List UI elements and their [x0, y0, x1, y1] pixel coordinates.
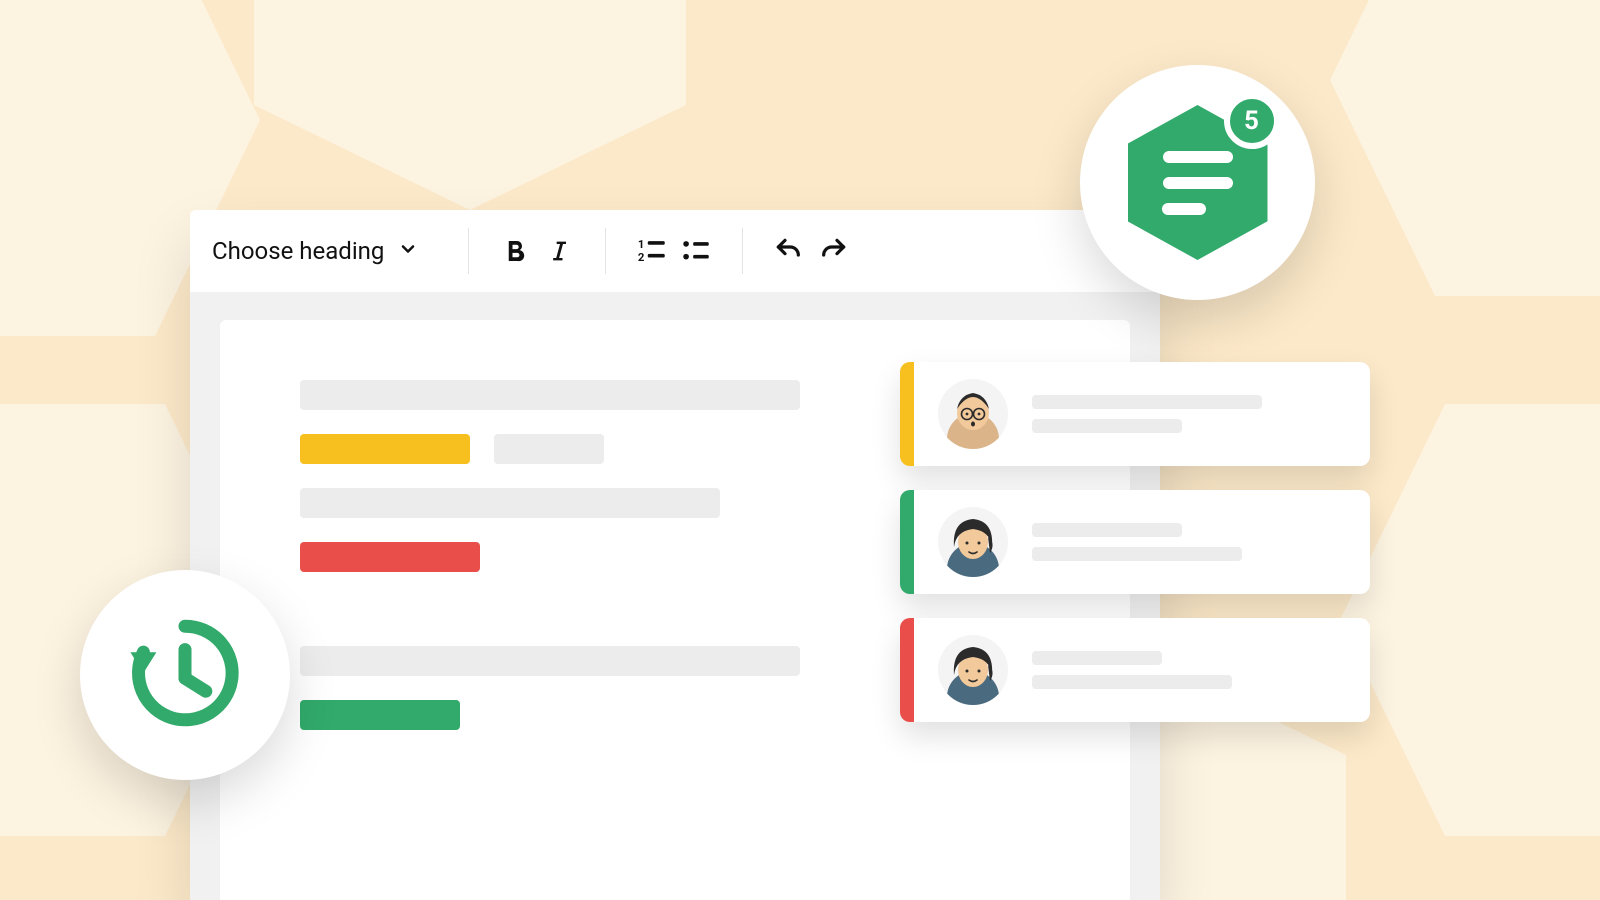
undo-button[interactable] — [767, 229, 811, 273]
comment-card[interactable] — [900, 490, 1370, 594]
text-line — [300, 380, 800, 410]
comment-body — [1032, 395, 1370, 433]
bg-hex — [1340, 380, 1600, 860]
comment-text-line — [1032, 651, 1162, 665]
text-line — [300, 646, 800, 676]
unordered-list-icon — [679, 234, 713, 268]
bold-icon — [500, 236, 530, 266]
heading-dropdown-label: Choose heading — [212, 237, 384, 265]
bold-button[interactable] — [493, 229, 537, 273]
editor-toolbar: Choose heading 12 — [190, 210, 1160, 292]
unordered-list-button[interactable] — [674, 229, 718, 273]
history-badge[interactable] — [80, 570, 290, 780]
comment-text-line — [1032, 675, 1232, 689]
comment-stripe — [900, 362, 914, 466]
italic-button[interactable] — [537, 229, 581, 273]
ordered-list-button[interactable]: 12 — [630, 229, 674, 273]
bg-hex — [230, 0, 710, 210]
text-line — [494, 434, 604, 464]
comment-card[interactable] — [900, 362, 1370, 466]
avatar — [938, 379, 1008, 449]
comments-panel — [900, 362, 1370, 746]
redo-button[interactable] — [811, 229, 855, 273]
chevron-down-icon — [398, 237, 418, 265]
heading-dropdown[interactable]: Choose heading — [212, 237, 444, 265]
comment-card[interactable] — [900, 618, 1370, 722]
comment-text-line — [1032, 395, 1262, 409]
comment-text-line — [1032, 419, 1182, 433]
text-line — [300, 488, 720, 518]
comment-text-line — [1032, 523, 1182, 537]
highlighted-text-yellow — [300, 434, 470, 464]
comment-body — [1032, 523, 1370, 561]
toolbar-divider — [742, 228, 743, 274]
notification-count: 5 — [1244, 106, 1259, 136]
comment-stripe — [900, 618, 914, 722]
highlighted-text-green — [300, 700, 460, 730]
italic-icon — [545, 237, 573, 265]
highlighted-text-red — [300, 542, 480, 572]
undo-icon — [773, 235, 805, 267]
toolbar-divider — [605, 228, 606, 274]
ordered-list-icon: 12 — [635, 234, 669, 268]
bg-hex — [1330, 0, 1600, 320]
avatar — [938, 635, 1008, 705]
app-logo-badge[interactable]: 5 — [1080, 65, 1315, 300]
comment-stripe — [900, 490, 914, 594]
comment-body — [1032, 651, 1370, 689]
redo-icon — [817, 235, 849, 267]
notification-badge: 5 — [1224, 93, 1280, 149]
history-icon — [120, 608, 250, 742]
comment-text-line — [1032, 547, 1242, 561]
toolbar-divider — [468, 228, 469, 274]
avatar — [938, 507, 1008, 577]
svg-text:2: 2 — [638, 250, 645, 264]
